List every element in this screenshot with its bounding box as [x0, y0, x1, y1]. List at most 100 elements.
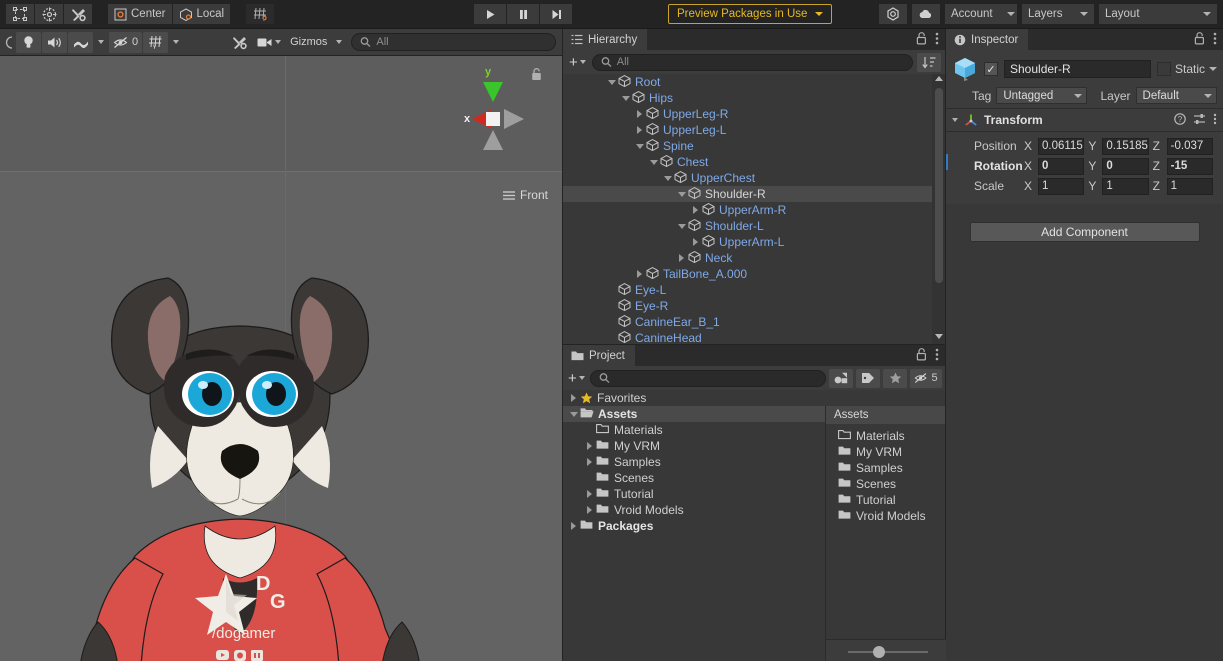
gizmo-lock-icon[interactable] — [531, 68, 542, 84]
expand-arrow-icon[interactable] — [587, 442, 592, 450]
gizmos-button[interactable]: Gizmos — [286, 31, 332, 53]
gizmo-y-axis-arrow[interactable] — [483, 82, 503, 102]
scene-orientation-gizmo[interactable]: y x — [438, 64, 548, 174]
hierarchy-item-eye-l[interactable]: Eye-L — [563, 282, 945, 298]
transform-rotation-z-field[interactable]: -15 — [1166, 157, 1213, 175]
add-component-button[interactable]: Add Component — [969, 222, 1200, 242]
hierarchy-lock-icon[interactable] — [916, 31, 927, 48]
project-menu-icon[interactable] — [935, 348, 939, 364]
scene-lighting-icon[interactable] — [16, 31, 41, 53]
project-asset-vroid-models[interactable]: Vroid Models — [826, 508, 945, 524]
cloud-button[interactable] — [912, 4, 940, 24]
preset-icon[interactable] — [1193, 113, 1206, 128]
collapse-arrow-icon[interactable] — [677, 223, 686, 229]
collapse-arrow-icon[interactable] — [649, 159, 658, 165]
orbit-icon[interactable] — [35, 4, 63, 24]
collapse-arrow-icon[interactable] — [569, 411, 578, 417]
project-zoom-slider-knob[interactable] — [873, 646, 885, 658]
project-favorites-row[interactable]: Favorites — [563, 390, 825, 406]
expand-arrow-icon[interactable] — [679, 254, 684, 262]
collapse-arrow-icon[interactable] — [663, 175, 672, 181]
hierarchy-item-upperleg-r[interactable]: UpperLeg-R — [563, 106, 945, 122]
tab-project[interactable]: Project — [563, 345, 635, 366]
project-folder-vroid-models[interactable]: Vroid Models — [563, 502, 825, 518]
static-checkbox[interactable] — [1156, 62, 1171, 76]
hierarchy-item-caninehead[interactable]: CanineHead — [563, 330, 945, 344]
project-add-button[interactable]: + — [566, 370, 587, 387]
project-content-pane[interactable]: Assets Materials My VRM Samples Scenes Tutor… — [825, 406, 946, 661]
expand-arrow-icon[interactable] — [587, 490, 592, 498]
hierarchy-item-eye-r[interactable]: Eye-R — [563, 298, 945, 314]
scene-search-input[interactable]: All — [351, 33, 556, 51]
scene-audio-icon[interactable] — [42, 31, 67, 53]
project-asset-materials[interactable]: Materials — [826, 428, 945, 444]
transform-rotation-y-field[interactable]: 0 — [1102, 157, 1149, 175]
gizmo-negy-axis-arrow[interactable] — [483, 130, 503, 150]
hierarchy-scroll-thumb[interactable] — [935, 88, 943, 283]
pivot-mode-button[interactable]: Center — [108, 4, 172, 24]
hierarchy-add-button[interactable]: + — [567, 54, 588, 71]
transform-component-header[interactable]: Transform ? — [946, 109, 1223, 132]
expand-arrow-icon[interactable] — [637, 270, 642, 278]
transform-scale-z-field[interactable]: 1 — [1166, 177, 1213, 195]
shading-mode-button[interactable] — [2, 31, 15, 53]
chevron-down-icon[interactable] — [1209, 67, 1217, 71]
transform-position-z-field[interactable]: -0.037 — [1166, 137, 1213, 155]
transform-rotation-x-field[interactable]: 0 — [1038, 157, 1085, 175]
inspector-menu-icon[interactable] — [1213, 32, 1217, 48]
grid-snap-icon[interactable] — [246, 4, 275, 24]
gameobject-name-field[interactable]: Shoulder-R — [1004, 60, 1151, 78]
type-filter-icon[interactable] — [829, 368, 853, 388]
expand-arrow-icon[interactable] — [693, 206, 698, 214]
hierarchy-scrollbar[interactable] — [932, 74, 945, 344]
layout-dropdown[interactable]: Layout — [1099, 4, 1217, 24]
collapse-arrow-icon[interactable] — [677, 191, 686, 197]
gizmo-negx-axis-arrow[interactable] — [504, 109, 524, 129]
collapse-arrow-icon[interactable] — [952, 118, 958, 122]
help-icon[interactable]: ? — [1174, 112, 1186, 128]
project-search-input[interactable] — [589, 369, 826, 387]
label-filter-icon[interactable] — [856, 368, 880, 388]
hierarchy-item-upperleg-l[interactable]: UpperLeg-L — [563, 122, 945, 138]
scene-grid-dropdown[interactable] — [169, 31, 184, 53]
project-asset-my-vrm[interactable]: My VRM — [826, 444, 945, 460]
play-button[interactable] — [474, 4, 506, 24]
project-folder-my-vrm[interactable]: My VRM — [563, 438, 825, 454]
project-asset-scenes[interactable]: Scenes — [826, 476, 945, 492]
favorite-star-icon[interactable] — [883, 368, 907, 388]
hierarchy-item-canineear-b-1[interactable]: CanineEar_B_1 — [563, 314, 945, 330]
tab-hierarchy[interactable]: Hierarchy — [563, 29, 648, 50]
project-folder-packages[interactable]: Packages — [563, 518, 825, 534]
component-menu-icon[interactable] — [1213, 113, 1217, 128]
hierarchy-menu-icon[interactable] — [935, 32, 939, 48]
transform-position-x-field[interactable]: 0.06115 — [1038, 137, 1085, 155]
pause-button[interactable] — [507, 4, 539, 24]
project-folder-assets[interactable]: Assets — [563, 406, 825, 422]
hierarchy-item-neck[interactable]: Neck — [563, 250, 945, 266]
project-hidden-toggle[interactable]: 5 — [910, 368, 942, 388]
transform-scale-y-field[interactable]: 1 — [1102, 177, 1149, 195]
expand-arrow-icon[interactable] — [693, 238, 698, 246]
expand-arrow-icon[interactable] — [587, 506, 592, 514]
collapse-arrow-icon[interactable] — [635, 143, 644, 149]
project-folder-materials[interactable]: Materials — [563, 422, 825, 438]
hidden-objects-toggle[interactable]: 0 — [109, 31, 143, 53]
hierarchy-sort-button[interactable] — [917, 52, 941, 72]
wrench-tool-icon[interactable] — [64, 4, 92, 24]
scene-view-mode[interactable]: Front — [502, 188, 548, 202]
expand-arrow-icon[interactable] — [637, 110, 642, 118]
space-mode-button[interactable]: Local — [172, 4, 231, 24]
hierarchy-item-spine[interactable]: Spine — [563, 138, 945, 154]
project-asset-tutorial[interactable]: Tutorial — [826, 492, 945, 508]
transform-scale-x-field[interactable]: 1 — [1038, 177, 1085, 195]
scene-grid-icon[interactable]: y — [143, 31, 169, 53]
transform-position-y-field[interactable]: 0.15185 — [1102, 137, 1149, 155]
project-folder-tree[interactable]: Assets Materials My VRM Samples Scenes Tutori… — [563, 406, 825, 661]
scene-camera-button[interactable] — [253, 31, 286, 53]
scroll-down-arrow[interactable] — [935, 334, 943, 339]
rect-tool-icon[interactable] — [6, 4, 34, 24]
layers-dropdown[interactable]: Layers — [1022, 4, 1094, 24]
project-zoom-slider-track[interactable] — [848, 651, 928, 653]
scene-fx-dropdown[interactable] — [94, 31, 108, 53]
hierarchy-item-shoulder-r[interactable]: Shoulder-R — [563, 186, 945, 202]
